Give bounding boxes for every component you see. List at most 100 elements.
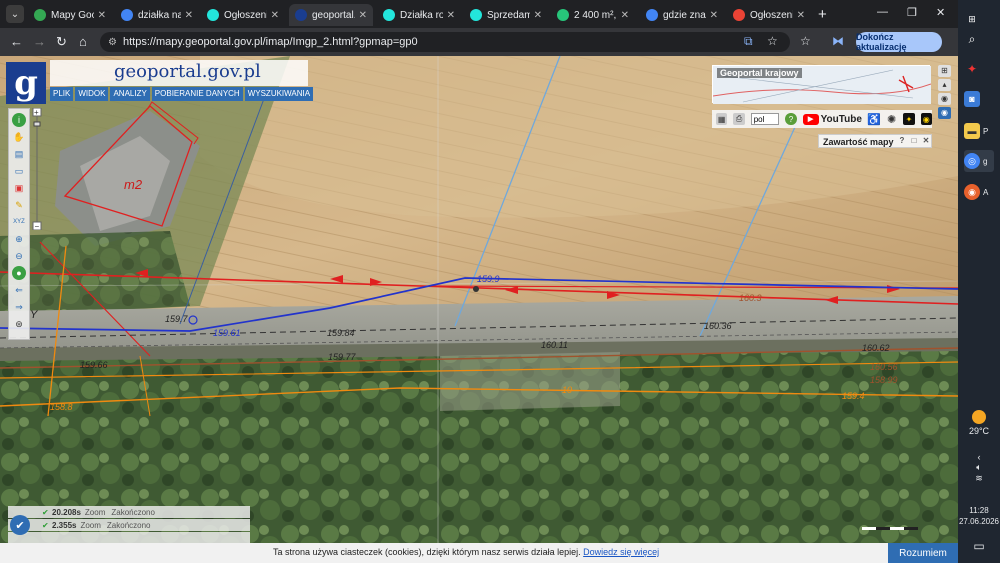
extension-icon[interactable]: ⧓ xyxy=(832,34,844,48)
status-check-icon: ✔ xyxy=(42,520,49,530)
brand-banner: geoportal.gov.pl xyxy=(50,60,308,86)
status-state: Zakończono xyxy=(111,507,155,517)
taskbar-search[interactable]: ⌕ xyxy=(964,28,994,50)
language-select[interactable]: pol xyxy=(750,113,780,125)
tab-close-icon[interactable]: ✕ xyxy=(359,10,367,21)
tab-0[interactable]: Mapy Goog ✕ xyxy=(28,4,112,26)
xyz-icon[interactable]: XYZ xyxy=(12,215,26,229)
contents-close-icon[interactable]: ✕ xyxy=(921,136,931,146)
zoom-out-icon[interactable]: ⊖ xyxy=(12,249,26,263)
site-info-icon[interactable]: ⚙ xyxy=(108,37,117,48)
minimap-title: Geoportal krajowy xyxy=(717,68,802,78)
taskbar-start[interactable]: ⊞ xyxy=(964,8,994,30)
globe-icon[interactable]: ● xyxy=(12,266,26,280)
layers-icon[interactable]: ▤ xyxy=(12,147,26,161)
help-icon[interactable]: ? xyxy=(785,113,797,125)
tab-close-icon[interactable]: ✕ xyxy=(797,10,805,21)
select-icon[interactable]: ▭ xyxy=(12,164,26,178)
print-setup-icon[interactable]: ▦ xyxy=(716,113,728,125)
close-window-icon[interactable]: ✕ xyxy=(936,6,945,19)
youtube-link[interactable]: ▶ YouTube xyxy=(802,113,862,125)
tab-title: 2 400 m², d xyxy=(574,9,617,21)
back-icon[interactable]: ← xyxy=(10,34,23,49)
tab-4[interactable]: Działka roln ✕ xyxy=(377,4,461,26)
status-done-icon[interactable]: ✔ xyxy=(10,515,30,535)
address-bar[interactable]: ⚙ https://mapy.geoportal.gov.pl/imap/Img… xyxy=(100,32,790,52)
tab-close-icon[interactable]: ✕ xyxy=(710,10,718,21)
tab-title: gdzie znale xyxy=(663,9,706,21)
tab-close-icon[interactable]: ✕ xyxy=(185,10,193,21)
tab-close-icon[interactable]: ✕ xyxy=(271,10,279,21)
forward-icon[interactable]: → xyxy=(33,34,46,49)
printer-icon[interactable]: ⎙ xyxy=(733,113,745,125)
menu-item-plik[interactable]: PLIK xyxy=(50,87,74,101)
eye-icon[interactable]: ◉ xyxy=(938,107,951,119)
clock[interactable]: 11:28 27.06.2026 ▭ xyxy=(958,505,1000,552)
tab-1[interactable]: działka na s ✕ xyxy=(115,4,199,26)
menu-item-analizy[interactable]: ANALIZY xyxy=(110,87,150,101)
taskbar-chrome-label: g xyxy=(983,156,988,166)
view-icon[interactable]: ◉ xyxy=(938,93,951,105)
tab-5[interactable]: Sprzedam d ✕ xyxy=(464,4,548,26)
tab-2[interactable]: Ogłoszenia ✕ xyxy=(201,4,285,26)
pan-hand-icon[interactable]: ✋ xyxy=(12,130,26,144)
taskbar-app-orange[interactable]: ◉ A xyxy=(964,181,994,203)
delete-icon[interactable]: ▣ xyxy=(12,181,26,195)
compass-icon[interactable]: ⊛ xyxy=(12,317,26,331)
maximize-icon[interactable]: ❐ xyxy=(907,6,917,19)
back-arrow-icon[interactable]: ⇐ xyxy=(12,283,26,297)
home-icon[interactable]: ⌂ xyxy=(79,34,87,49)
accessibility-icon[interactable]: ✺ xyxy=(886,113,897,126)
volume-icon[interactable]: 🔈︎ xyxy=(958,462,1000,473)
tab-3[interactable]: geoportal.g ✕ xyxy=(289,4,373,26)
menu-item-pobieranie-danych[interactable]: POBIERANIE DANYCH xyxy=(151,87,243,101)
map-viewport[interactable]: m2 159.9 160.3 159.7 159.61 159.84 160.1… xyxy=(0,56,958,563)
forward-arrow-icon[interactable]: ⇒ xyxy=(12,300,26,314)
map-contents-panel[interactable]: Zawartość mapy ? □ ✕ xyxy=(818,134,932,148)
new-tab-button[interactable]: + xyxy=(818,6,827,23)
bookmarks-icon[interactable]: ☆ xyxy=(800,34,811,48)
temperature: 29°C xyxy=(968,426,990,436)
tab-8[interactable]: Ogłoszenia ✕ xyxy=(727,4,811,26)
tab-7[interactable]: gdzie znale ✕ xyxy=(640,4,724,26)
contents-maximize-icon[interactable]: □ xyxy=(909,136,919,146)
taskbar-camera[interactable]: ◙ xyxy=(964,88,994,110)
tab-close-icon[interactable]: ✕ xyxy=(447,10,455,21)
geoportal-logo[interactable]: g xyxy=(6,62,46,104)
taskbar-chrome[interactable]: ◎ g xyxy=(964,150,994,172)
notifications-icon[interactable]: ▭ xyxy=(958,540,1000,552)
up-icon[interactable]: ▴ xyxy=(938,79,951,91)
bookmark-star-icon[interactable]: ☆ xyxy=(767,34,778,48)
chevron-up-icon[interactable]: ‹ xyxy=(958,452,1000,462)
cookie-learn-more-link[interactable]: Dowiedz się więcej xyxy=(583,547,659,557)
map-canvas[interactable]: m2 159.9 160.3 159.7 159.61 159.84 160.1… xyxy=(0,56,958,563)
taskbar-folder[interactable]: ▬ P xyxy=(964,120,994,142)
tab-close-icon[interactable]: ✕ xyxy=(98,10,106,21)
google-icon xyxy=(121,9,133,21)
taskbar-app-red[interactable]: ✦ xyxy=(964,58,994,80)
tab-close-icon[interactable]: ✕ xyxy=(534,10,542,21)
tab-6[interactable]: 2 400 m², d ✕ xyxy=(551,4,635,26)
reload-icon[interactable]: ↻ xyxy=(56,34,67,50)
menu-item-widok[interactable]: WIDOK xyxy=(75,87,109,101)
contrast-icon[interactable]: ✦ xyxy=(903,113,915,125)
tab-close-icon[interactable]: ✕ xyxy=(621,10,629,21)
overview-minimap[interactable]: Geoportal krajowy xyxy=(712,65,931,104)
wifi-icon[interactable]: ≋ xyxy=(958,473,1000,484)
svg-text:+: + xyxy=(34,108,39,117)
minimize-icon[interactable]: — xyxy=(877,6,888,18)
zoom-slider[interactable]: + − xyxy=(32,108,42,230)
wheelchair-icon[interactable]: ♿ xyxy=(867,113,881,126)
zoom-in-icon[interactable]: ⊕ xyxy=(12,232,26,246)
contents-help-icon[interactable]: ? xyxy=(897,136,907,146)
info-icon[interactable]: i xyxy=(12,113,26,127)
weather-widget[interactable]: 29°C xyxy=(958,410,1000,436)
menu-item-wyszukiwania[interactable]: WYSZUKIWANIA xyxy=(244,87,314,101)
pin-icon[interactable]: ⊞ xyxy=(938,65,951,77)
pencil-icon[interactable]: ✎ xyxy=(12,198,26,212)
update-button[interactable]: Dokończ aktualizację xyxy=(856,32,942,52)
high-contrast-eye-icon[interactable]: ◉ xyxy=(920,113,932,125)
install-app-icon[interactable]: ⧉ xyxy=(744,34,753,49)
tab-search-button[interactable]: ⌄ xyxy=(6,5,24,23)
cookie-accept-button[interactable]: Rozumiem xyxy=(888,543,958,563)
